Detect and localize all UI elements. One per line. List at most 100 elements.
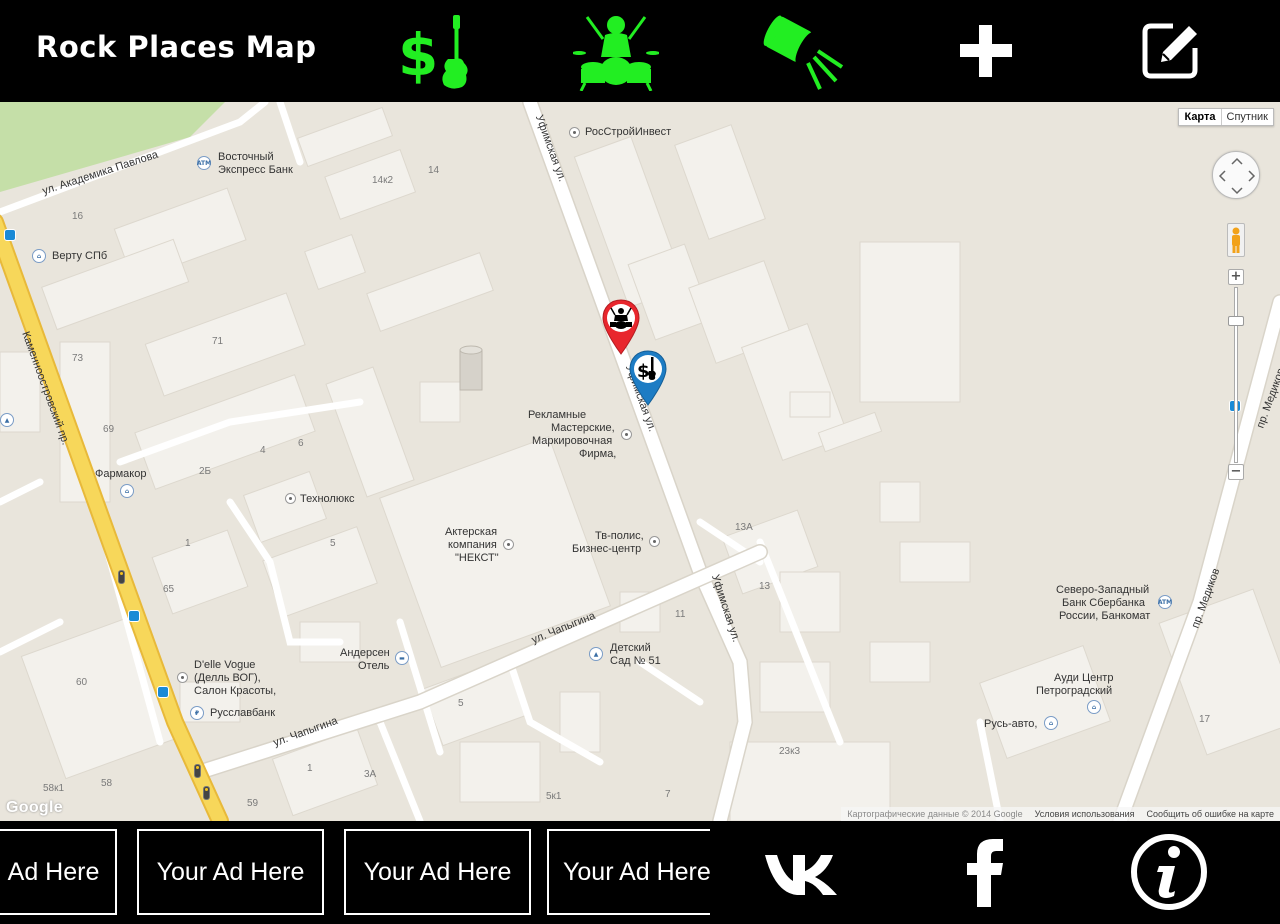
shop-icon[interactable]: ⌂ [1087,700,1101,714]
ad-banner[interactable]: Your Ad Here [137,829,324,915]
poi-marker[interactable] [177,672,188,683]
bus-stop-icon[interactable] [157,686,169,698]
shop-marker[interactable]: $ [628,349,668,407]
poi-label: Восточный [218,151,274,163]
poi-label: Салон Красоты, [194,685,277,697]
poi-label: Бизнес-центр [572,543,642,555]
map-type-satellite-button[interactable]: Спутник [1222,109,1273,125]
poi-label: Андерсен [340,647,390,659]
poi-label: Банк Сбербанка [1062,597,1146,609]
house-number: 58 [101,778,113,789]
ad-strip[interactable]: Ad Here Your Ad Here Your Ad Here Your A… [0,821,710,924]
poi-label: Русславбанк [210,707,276,719]
house-number: 13А [735,522,753,533]
house-number: 5к1 [546,791,562,802]
rehearsal-button[interactable] [572,8,660,94]
ad-banner[interactable]: Your Ad Here [344,829,531,915]
poi-label: Детский [610,642,651,654]
map-data-credit: Картографические данные © 2014 Google [847,809,1023,819]
poi-label: Рекламные [528,409,587,421]
house-number: 1 [185,538,191,549]
poi-label: Отель [358,660,390,672]
venues-button[interactable] [758,8,846,94]
atm-icon[interactable]: ATM [197,156,211,170]
bank-icon[interactable]: ₽ [190,706,204,720]
poi-marker[interactable] [621,429,632,440]
info-button[interactable] [1124,827,1214,917]
zoom-out-button[interactable]: − [1228,464,1244,480]
poi-label: Тв-полис, [595,530,644,542]
house-number: 11 [675,609,686,620]
terms-link[interactable]: Условия использования [1035,809,1135,819]
vk-button[interactable] [756,827,846,917]
report-error-link[interactable]: Сообщить об ошибке на карте [1147,809,1274,819]
traffic-light-icon [194,764,201,778]
house-number: 60 [76,677,88,688]
ad-banner[interactable]: Ad Here [0,829,117,915]
house-number: 17 [1199,714,1211,725]
house-number: 16 [72,211,84,222]
house-number: 5 [458,698,464,709]
house-number: 59 [247,798,259,809]
poi-label: Сад № 51 [610,655,661,667]
ad-banner[interactable]: Your Ad Here [547,829,710,915]
top-toolbar: Rock Places Map $ [0,0,1280,102]
pegman-icon [1232,227,1240,253]
house-number: 2Б [199,466,212,477]
zoom-slider-track[interactable] [1234,287,1238,463]
poi-label: "НЕКСТ" [455,552,499,564]
poi-label: Мастерские, [551,422,615,434]
map-type-control: Карта Спутник [1178,108,1274,126]
street-view-pegman[interactable] [1227,223,1245,257]
house-number: 1 [307,763,313,774]
app-title: Rock Places Map [36,30,317,64]
map-canvas[interactable]: ул. Академика Павлова Уфимская ул. Уфимс… [0,102,1280,821]
poi-label: Актерская [445,526,498,538]
traffic-light-icon [203,786,210,800]
pan-arrows-icon [1218,157,1256,195]
add-place-button[interactable] [942,8,1030,94]
zoom-in-button[interactable]: + [1228,269,1244,285]
map-type-map-button[interactable]: Карта [1179,109,1222,125]
poi-marker[interactable] [503,539,514,550]
school-icon[interactable]: ▲ [589,647,603,661]
poi-label: (Делль ВОГ), [194,672,261,684]
rehearsal-marker[interactable] [601,298,641,356]
pan-control[interactable] [1212,151,1260,199]
hotel-icon[interactable]: ▬ [395,651,409,665]
poi-label: Фармакор [95,468,147,480]
edit-button[interactable] [1128,8,1216,94]
house-number: 7 [665,789,671,800]
facebook-button[interactable] [940,827,1030,917]
poi-label: компания [448,539,497,551]
poi-marker[interactable] [569,127,580,138]
shop-button[interactable]: $ [392,8,480,94]
house-number: 71 [212,336,224,347]
poi-marker[interactable] [285,493,296,504]
house-number: 69 [103,424,115,435]
info-icon [1131,834,1207,910]
poi-label: Технолюкс [300,493,355,505]
house-number: 13 [759,581,771,592]
social-bar [710,821,1280,924]
edit-icon [1142,23,1198,79]
map-pin-icon: $ [629,350,667,406]
school-icon[interactable]: ▲ [0,413,14,427]
svg-text:$: $ [637,361,650,382]
house-number: 6 [298,438,304,449]
shop-icon[interactable]: ⌂ [120,484,134,498]
shop-icon[interactable]: ⌂ [1044,716,1058,730]
atm-icon[interactable]: ATM [1158,595,1172,609]
spotlight-icon [763,15,844,90]
poi-label: Северо-Западный [1056,584,1150,596]
poi-label: Верту СПб [52,250,108,262]
shop-icon[interactable]: ⌂ [32,249,46,263]
house-number: 23к3 [779,746,801,757]
bus-stop-icon[interactable] [128,610,140,622]
house-number: 73 [72,353,84,364]
zoom-slider-knob[interactable] [1228,316,1244,326]
facebook-icon [967,839,1003,907]
bus-stop-icon[interactable] [4,229,16,241]
google-logo: Google [6,799,63,816]
poi-marker[interactable] [649,536,660,547]
